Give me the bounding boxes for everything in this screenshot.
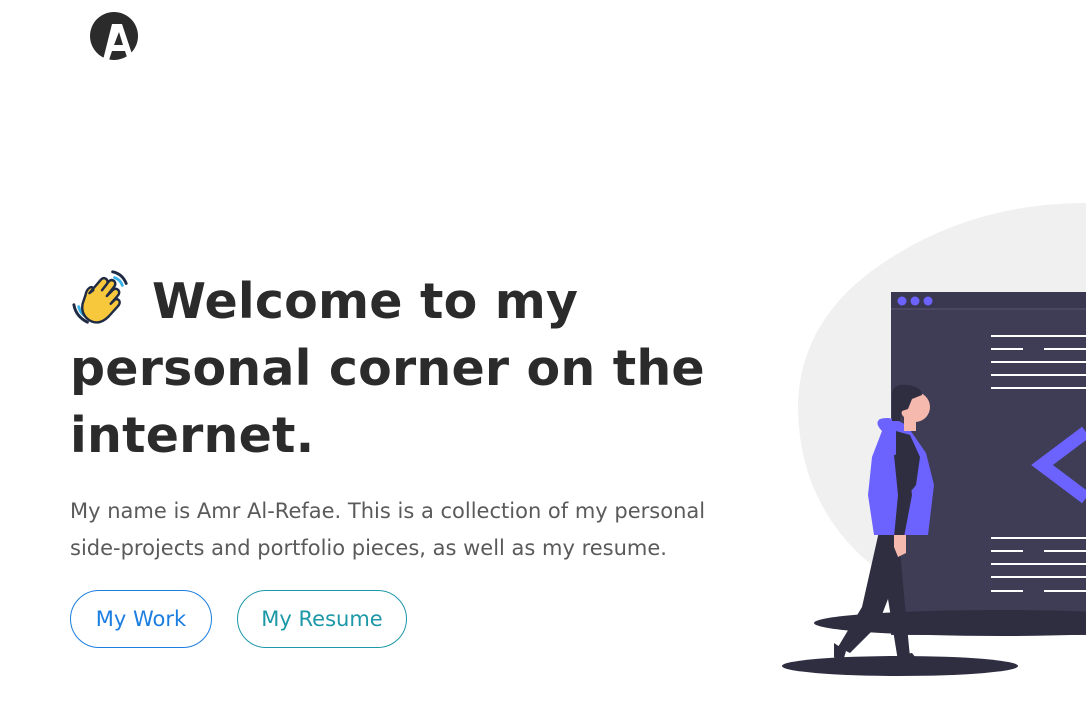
logo-icon[interactable] [90, 12, 140, 62]
hero-buttons: My Work My Resume [70, 590, 770, 648]
home-page: Welcome to my personal corner on the int… [0, 0, 1086, 727]
hero-section: Welcome to my personal corner on the int… [70, 266, 770, 648]
hero-headline: Welcome to my personal corner on the int… [70, 266, 770, 469]
hero-intro: My name is Amr Al-Refae. This is a colle… [70, 499, 706, 560]
developer-illustration-icon [782, 203, 1086, 676]
waving-hand-icon [72, 270, 128, 324]
my-work-button[interactable]: My Work [70, 590, 212, 648]
my-resume-button[interactable]: My Resume [237, 590, 407, 648]
